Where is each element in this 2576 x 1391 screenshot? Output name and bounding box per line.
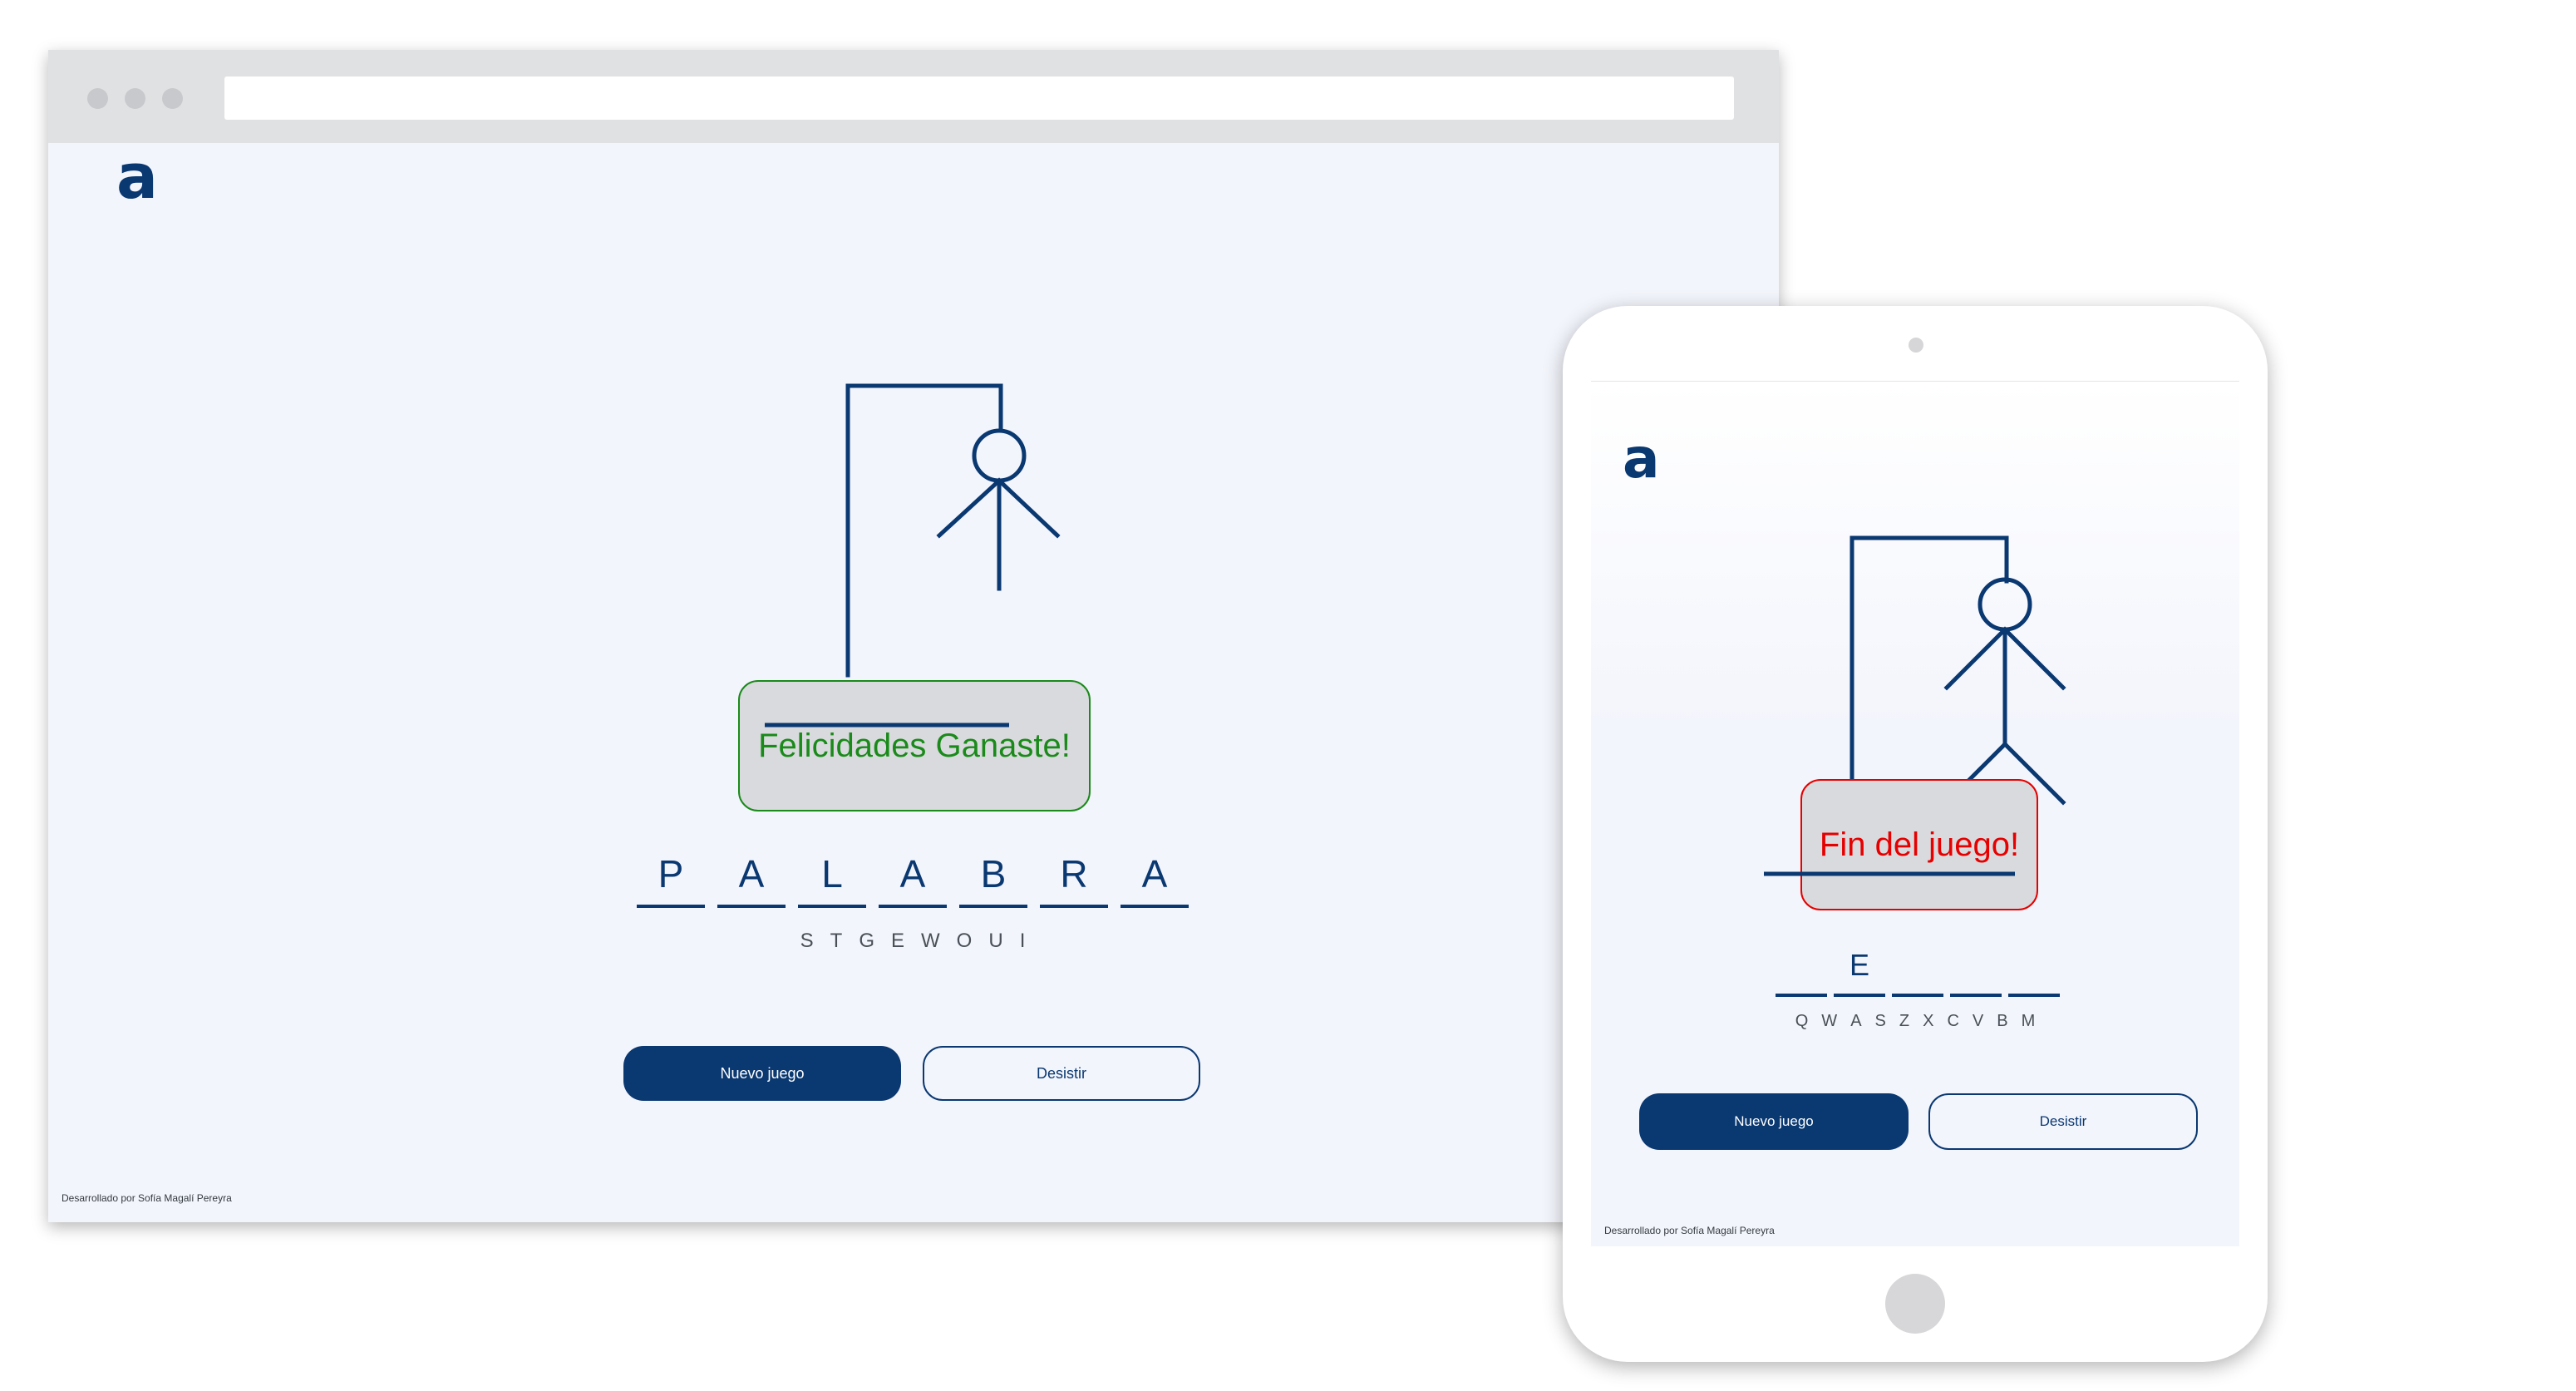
word-slots: E <box>1776 940 2066 997</box>
wrong-letter: X <box>1923 1012 1934 1030</box>
wrong-letter: Q <box>1795 1012 1809 1030</box>
letter-slot: L <box>798 846 866 908</box>
wrong-letters: STGEWOUI <box>630 930 1195 953</box>
tablet-camera <box>1909 338 1923 353</box>
letter-slot: B <box>959 846 1027 908</box>
letter-slot <box>1950 940 2002 997</box>
letter-slot <box>1776 940 1827 997</box>
wrong-letter: T <box>830 930 843 952</box>
developer-credit: Desarrollado por Sofía Magalí Pereyra <box>1604 1225 1775 1236</box>
wrong-letter: C <box>1947 1012 1959 1030</box>
tablet-home-button[interactable] <box>1885 1274 1945 1334</box>
letter-slot <box>2008 940 2060 997</box>
letter-slot: A <box>879 846 947 908</box>
wrong-letter: S <box>800 930 814 952</box>
new-game-button[interactable]: Nuevo juego <box>1639 1093 1909 1150</box>
letter-slot <box>1892 940 1943 997</box>
desktop-browser-window: a Felicidades Ganaste! PALABRA STGEWOUI … <box>48 50 1779 1222</box>
wrong-letter: E <box>891 930 905 952</box>
wrong-letters: QWASZXCVBM <box>1749 1012 2081 1031</box>
wrong-letter: B <box>1997 1012 2008 1030</box>
address-bar[interactable] <box>224 76 1734 120</box>
window-maximize-dot[interactable] <box>162 88 183 109</box>
browser-toolbar <box>48 50 1779 143</box>
word-slots: PALABRA <box>637 846 1201 908</box>
desktop-page: a Felicidades Ganaste! PALABRA STGEWOUI … <box>48 141 1779 1222</box>
window-close-dot[interactable] <box>87 88 108 109</box>
tablet-device: a Fin del juego! E QWASZXCVBM Nuevo jueg… <box>1563 306 2268 1362</box>
gallows-base-layer <box>765 723 1009 728</box>
letter-slot: A <box>1121 846 1189 908</box>
wrong-letter: A <box>1850 1012 1862 1030</box>
wrong-letter: O <box>956 930 973 952</box>
give-up-button[interactable]: Desistir <box>923 1046 1200 1101</box>
letter-slot: E <box>1834 940 1885 997</box>
letter-slot: P <box>637 846 705 908</box>
developer-credit: Desarrollado por Sofía Magalí Pereyra <box>62 1192 232 1204</box>
tablet-screen: a Fin del juego! E QWASZXCVBM Nuevo jueg… <box>1591 381 2239 1246</box>
wrong-letter: U <box>988 930 1003 952</box>
window-minimize-dot[interactable] <box>125 88 145 109</box>
letter-slot: A <box>717 846 786 908</box>
wrong-letter: G <box>859 930 874 952</box>
wrong-letter: S <box>1874 1012 1886 1030</box>
wrong-letter: M <box>2021 1012 2036 1030</box>
letter-slot: R <box>1040 846 1108 908</box>
new-game-button[interactable]: Nuevo juego <box>623 1046 901 1101</box>
wrong-letter: I <box>1019 930 1026 952</box>
gallows-base-layer <box>1764 871 2015 876</box>
wrong-letter: V <box>1972 1012 1984 1030</box>
wrong-letter: Z <box>1899 1012 1910 1030</box>
wrong-letter: W <box>1821 1012 1838 1030</box>
give-up-button[interactable]: Desistir <box>1928 1093 2198 1150</box>
wrong-letter: W <box>921 930 940 952</box>
